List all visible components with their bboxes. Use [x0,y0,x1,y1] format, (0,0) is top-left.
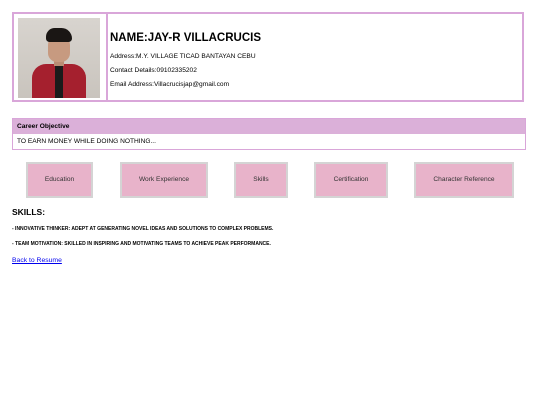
profile-photo [18,18,100,98]
certification-button[interactable]: Certification [314,162,388,198]
work-experience-button[interactable]: Work Experience [120,162,208,198]
skill-item: - INNOVATIVE THINKER: ADEPT AT GENERATIN… [12,226,274,232]
career-objective-heading: Career Objective [13,119,525,134]
email-text: Email Address:Villacrucisjap@gmail.com [110,81,230,88]
education-button[interactable]: Education [26,162,93,198]
photo-cell [14,14,108,100]
profile-name: NAME:JAY-R VILLACRUCIS [110,32,262,44]
profile-header: NAME:JAY-R VILLACRUCIS Address:M.Y. VILL… [12,12,524,102]
career-objective-text: TO EARN MONEY WHILE DOING NOTHING... [17,138,156,145]
career-objective-section: Career Objective TO EARN MONEY WHILE DOI… [12,118,526,150]
skills-heading: SKILLS: [12,207,46,217]
character-reference-button[interactable]: Character Reference [414,162,514,198]
address-text: Address:M.Y. VILLAGE TICAD BANTAYAN CEBU [110,53,256,60]
skill-item: - TEAM MOTIVATION: SKILLED IN INSPIRING … [12,241,271,247]
back-to-resume-link[interactable]: Back to Resume [12,257,62,264]
contact-text: Contact Details:09102335202 [110,67,197,74]
skills-button[interactable]: Skills [234,162,288,198]
